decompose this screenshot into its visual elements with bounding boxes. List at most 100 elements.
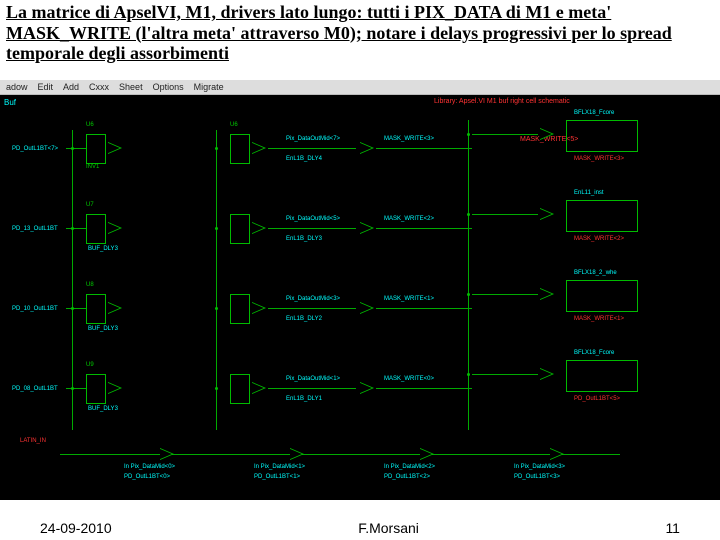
schematic-canvas[interactable]: Library: Apsel.VI M1 buf right cell sche…	[0, 80, 720, 500]
pin	[467, 133, 470, 136]
bottom-pix-2: In Pix_DataMid<2>	[384, 464, 435, 470]
net-mid-3b: EnL1B_DLY1	[286, 396, 322, 402]
inv-left-1	[86, 214, 106, 244]
wire	[268, 388, 356, 389]
wire	[472, 134, 538, 135]
app-menubar: adow Edit Add Cxxx Sheet Options Migrate	[0, 80, 720, 95]
bottom-pd-3: PD_OutL1BT<3>	[514, 474, 560, 480]
pin	[215, 227, 218, 230]
dly-1: BUF_DLY3	[88, 246, 118, 252]
menu-sheet[interactable]: Sheet	[119, 82, 143, 92]
net-left-1: PD_13_OutL1BT	[12, 226, 58, 232]
wire	[66, 388, 86, 389]
wire	[268, 228, 356, 229]
net-mid-2a: Pix_DataOutMid<3>	[286, 296, 340, 302]
pin	[71, 307, 74, 310]
net-mid-1b: EnL1B_DLY3	[286, 236, 322, 242]
inv-tri-left-0	[108, 142, 122, 154]
inv-tri-mid-1	[252, 222, 266, 234]
inv-tri-left-1	[108, 222, 122, 234]
inv-left-0-ref: U6	[86, 122, 94, 128]
slide-footer: 24-09-2010 F.Morsani 11	[0, 520, 720, 536]
bottom-buf-2	[420, 448, 434, 460]
net-mid-2b: EnL1B_DLY2	[286, 316, 322, 322]
inv-tri-mid-3	[252, 382, 266, 394]
schematic-caption: Library: Apsel.VI M1 buf right cell sche…	[434, 98, 570, 105]
wire	[472, 214, 538, 215]
bottom-pix-3: In Pix_DataMid<3>	[514, 464, 565, 470]
bottom-pix-0: In Pix_DataMid<0>	[124, 464, 175, 470]
slide-title: La matrice di ApselVI, M1, drivers lato …	[6, 2, 714, 64]
bigbuf-2	[566, 280, 638, 312]
bigbuf-2-tri	[540, 288, 554, 300]
footer-date: 24-09-2010	[40, 520, 112, 536]
menu-options[interactable]: Options	[153, 82, 184, 92]
menu-check[interactable]: Cxxx	[89, 82, 109, 92]
inv-tri-mid-0	[252, 142, 266, 154]
wire	[376, 388, 472, 389]
inv-mid-1	[230, 214, 250, 244]
latin-in: LATIN_IN	[20, 438, 46, 444]
mw-branch-0: MASK_WRITE<3>	[384, 136, 434, 142]
pin	[71, 227, 74, 230]
bigbuf-0	[566, 120, 638, 152]
bus-mid	[216, 130, 217, 430]
net-mid-0a: Pix_DataOutMid<7>	[286, 136, 340, 142]
net-mid-0b: EnL1B_DLY4	[286, 156, 322, 162]
wire	[376, 228, 472, 229]
bigbuf-3-net: PD_OutL1BT<5>	[574, 396, 620, 402]
mw-branch-3: MASK_WRITE<0>	[384, 376, 434, 382]
bottom-pd-0: PD_OutL1BT<0>	[124, 474, 170, 480]
wire	[66, 308, 86, 309]
pin	[215, 387, 218, 390]
bottom-buf-1	[290, 448, 304, 460]
net-mid-1a: Pix_DataOutMid<5>	[286, 216, 340, 222]
pin	[71, 387, 74, 390]
footer-page: 11	[665, 520, 680, 536]
wire	[472, 374, 538, 375]
net-mid-3a: Pix_DataOutMid<1>	[286, 376, 340, 382]
inv-mid-0-ref: U6	[230, 122, 238, 128]
bus-left	[72, 130, 73, 430]
bottom-pd-2: PD_OutL1BT<2>	[384, 474, 430, 480]
buf-mid-0	[360, 142, 374, 154]
bigbuf-3-tri	[540, 368, 554, 380]
bigbuf-0-cell: BFLX18_Fcore	[574, 110, 614, 116]
inv-left-0-inst: INV1	[86, 164, 99, 170]
inv-tri-left-2	[108, 302, 122, 314]
inv-mid-0	[230, 134, 250, 164]
dly-3: BUF_DLY3	[88, 406, 118, 412]
wire	[268, 148, 356, 149]
net-left-0: PD_OutL1BT<7>	[12, 146, 58, 152]
footer-author: F.Morsani	[358, 520, 419, 536]
inv-tri-left-3	[108, 382, 122, 394]
inv-left-2-ref: U8	[86, 282, 94, 288]
wire	[472, 294, 538, 295]
inv-left-2	[86, 294, 106, 324]
bus-right	[468, 120, 469, 430]
menu-window[interactable]: adow	[6, 82, 28, 92]
bigbuf-0-net: MASK_WRITE<3>	[574, 156, 624, 162]
wire	[376, 148, 472, 149]
bigbuf-1-net: MASK_WRITE<2>	[574, 236, 624, 242]
wire-bottom	[60, 454, 620, 455]
wire	[66, 228, 86, 229]
inv-tri-mid-2	[252, 302, 266, 314]
menu-add[interactable]: Add	[63, 82, 79, 92]
menu-migrate[interactable]: Migrate	[194, 82, 224, 92]
bottom-pix-1: In Pix_DataMid<1>	[254, 464, 305, 470]
bigbuf-1	[566, 200, 638, 232]
buf-mid-3	[360, 382, 374, 394]
inv-mid-2	[230, 294, 250, 324]
pin	[215, 307, 218, 310]
inv-mid-3	[230, 374, 250, 404]
bigbuf-1-tri	[540, 208, 554, 220]
wire	[66, 148, 86, 149]
menu-edit[interactable]: Edit	[38, 82, 54, 92]
net-left-2: PD_10_OutL1BT	[12, 306, 58, 312]
pin	[71, 147, 74, 150]
bigbuf-2-cell: BFLX18_2_whe	[574, 270, 617, 276]
inv-left-3-ref: U9	[86, 362, 94, 368]
bigbuf-3	[566, 360, 638, 392]
inv-left-3	[86, 374, 106, 404]
